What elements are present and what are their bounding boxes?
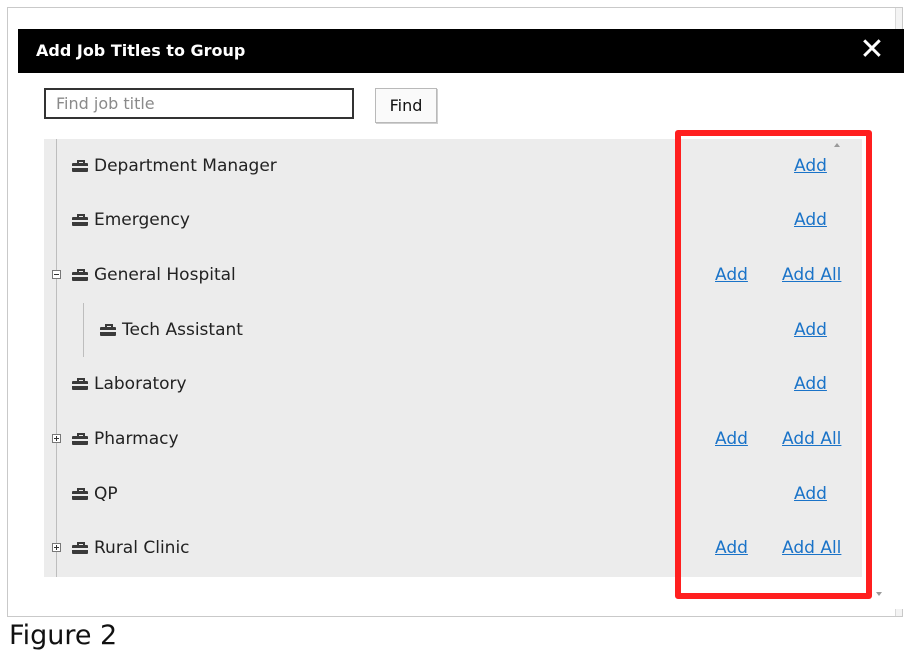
- tree-item-label: General Hospital: [94, 265, 236, 285]
- tree-row-general-hospital: General Hospital Add Add All: [44, 248, 862, 302]
- add-link[interactable]: Add: [794, 210, 827, 230]
- close-icon[interactable]: ✕: [858, 33, 886, 67]
- add-link[interactable]: Add: [794, 156, 827, 176]
- tree-item-label: QP: [94, 484, 118, 504]
- tree-item-label: Emergency: [94, 210, 190, 230]
- tree-row-pharmacy: Pharmacy Add Add All: [44, 412, 862, 466]
- find-job-title-input[interactable]: [44, 88, 354, 119]
- briefcase-icon: [72, 160, 88, 172]
- briefcase-icon: [72, 488, 88, 500]
- tree-row-rural-clinic: Rural Clinic Add Add All: [44, 521, 862, 575]
- tree-row-qp: QP Add: [44, 467, 862, 521]
- add-link[interactable]: Add: [715, 265, 748, 285]
- figure-caption: Figure 2: [9, 620, 118, 651]
- briefcase-icon: [72, 214, 88, 226]
- add-all-link[interactable]: Add All: [782, 429, 841, 449]
- add-link[interactable]: Add: [715, 538, 748, 558]
- expand-icon[interactable]: [52, 434, 61, 443]
- find-button[interactable]: Find: [375, 88, 437, 123]
- scroll-down-arrow-icon[interactable]: [876, 592, 882, 596]
- briefcase-icon: [72, 378, 88, 390]
- tree-item-label: Tech Assistant: [122, 320, 243, 340]
- add-all-link[interactable]: Add All: [782, 265, 841, 285]
- tree-row-emergency: Emergency Add: [44, 193, 862, 247]
- add-job-titles-dialog: Add Job Titles to Group ✕ Find Departmen…: [18, 29, 904, 609]
- briefcase-icon: [72, 269, 88, 281]
- dialog-titlebar: Add Job Titles to Group ✕: [18, 29, 904, 73]
- tree-row-department-manager: Department Manager Add: [44, 139, 862, 193]
- briefcase-icon: [100, 324, 116, 336]
- add-link[interactable]: Add: [794, 374, 827, 394]
- tree-item-label: Laboratory: [94, 374, 187, 394]
- add-link[interactable]: Add: [794, 484, 827, 504]
- add-link[interactable]: Add: [794, 320, 827, 340]
- add-all-link[interactable]: Add All: [782, 538, 841, 558]
- tree-row-laboratory: Laboratory Add: [44, 357, 862, 411]
- scroll-up-arrow-icon[interactable]: [834, 143, 840, 147]
- tree-row-tech-assistant: Tech Assistant Add: [44, 303, 862, 357]
- briefcase-icon: [72, 542, 88, 554]
- collapse-icon[interactable]: [52, 270, 61, 279]
- tree-item-label: Rural Clinic: [94, 538, 190, 558]
- briefcase-icon: [72, 433, 88, 445]
- tree-item-label: Pharmacy: [94, 429, 179, 449]
- expand-icon[interactable]: [52, 543, 61, 552]
- job-title-tree[interactable]: Department Manager Add Emergency Add Gen…: [44, 139, 862, 577]
- add-link[interactable]: Add: [715, 429, 748, 449]
- tree-item-label: Department Manager: [94, 156, 277, 176]
- dialog-title: Add Job Titles to Group: [36, 41, 246, 60]
